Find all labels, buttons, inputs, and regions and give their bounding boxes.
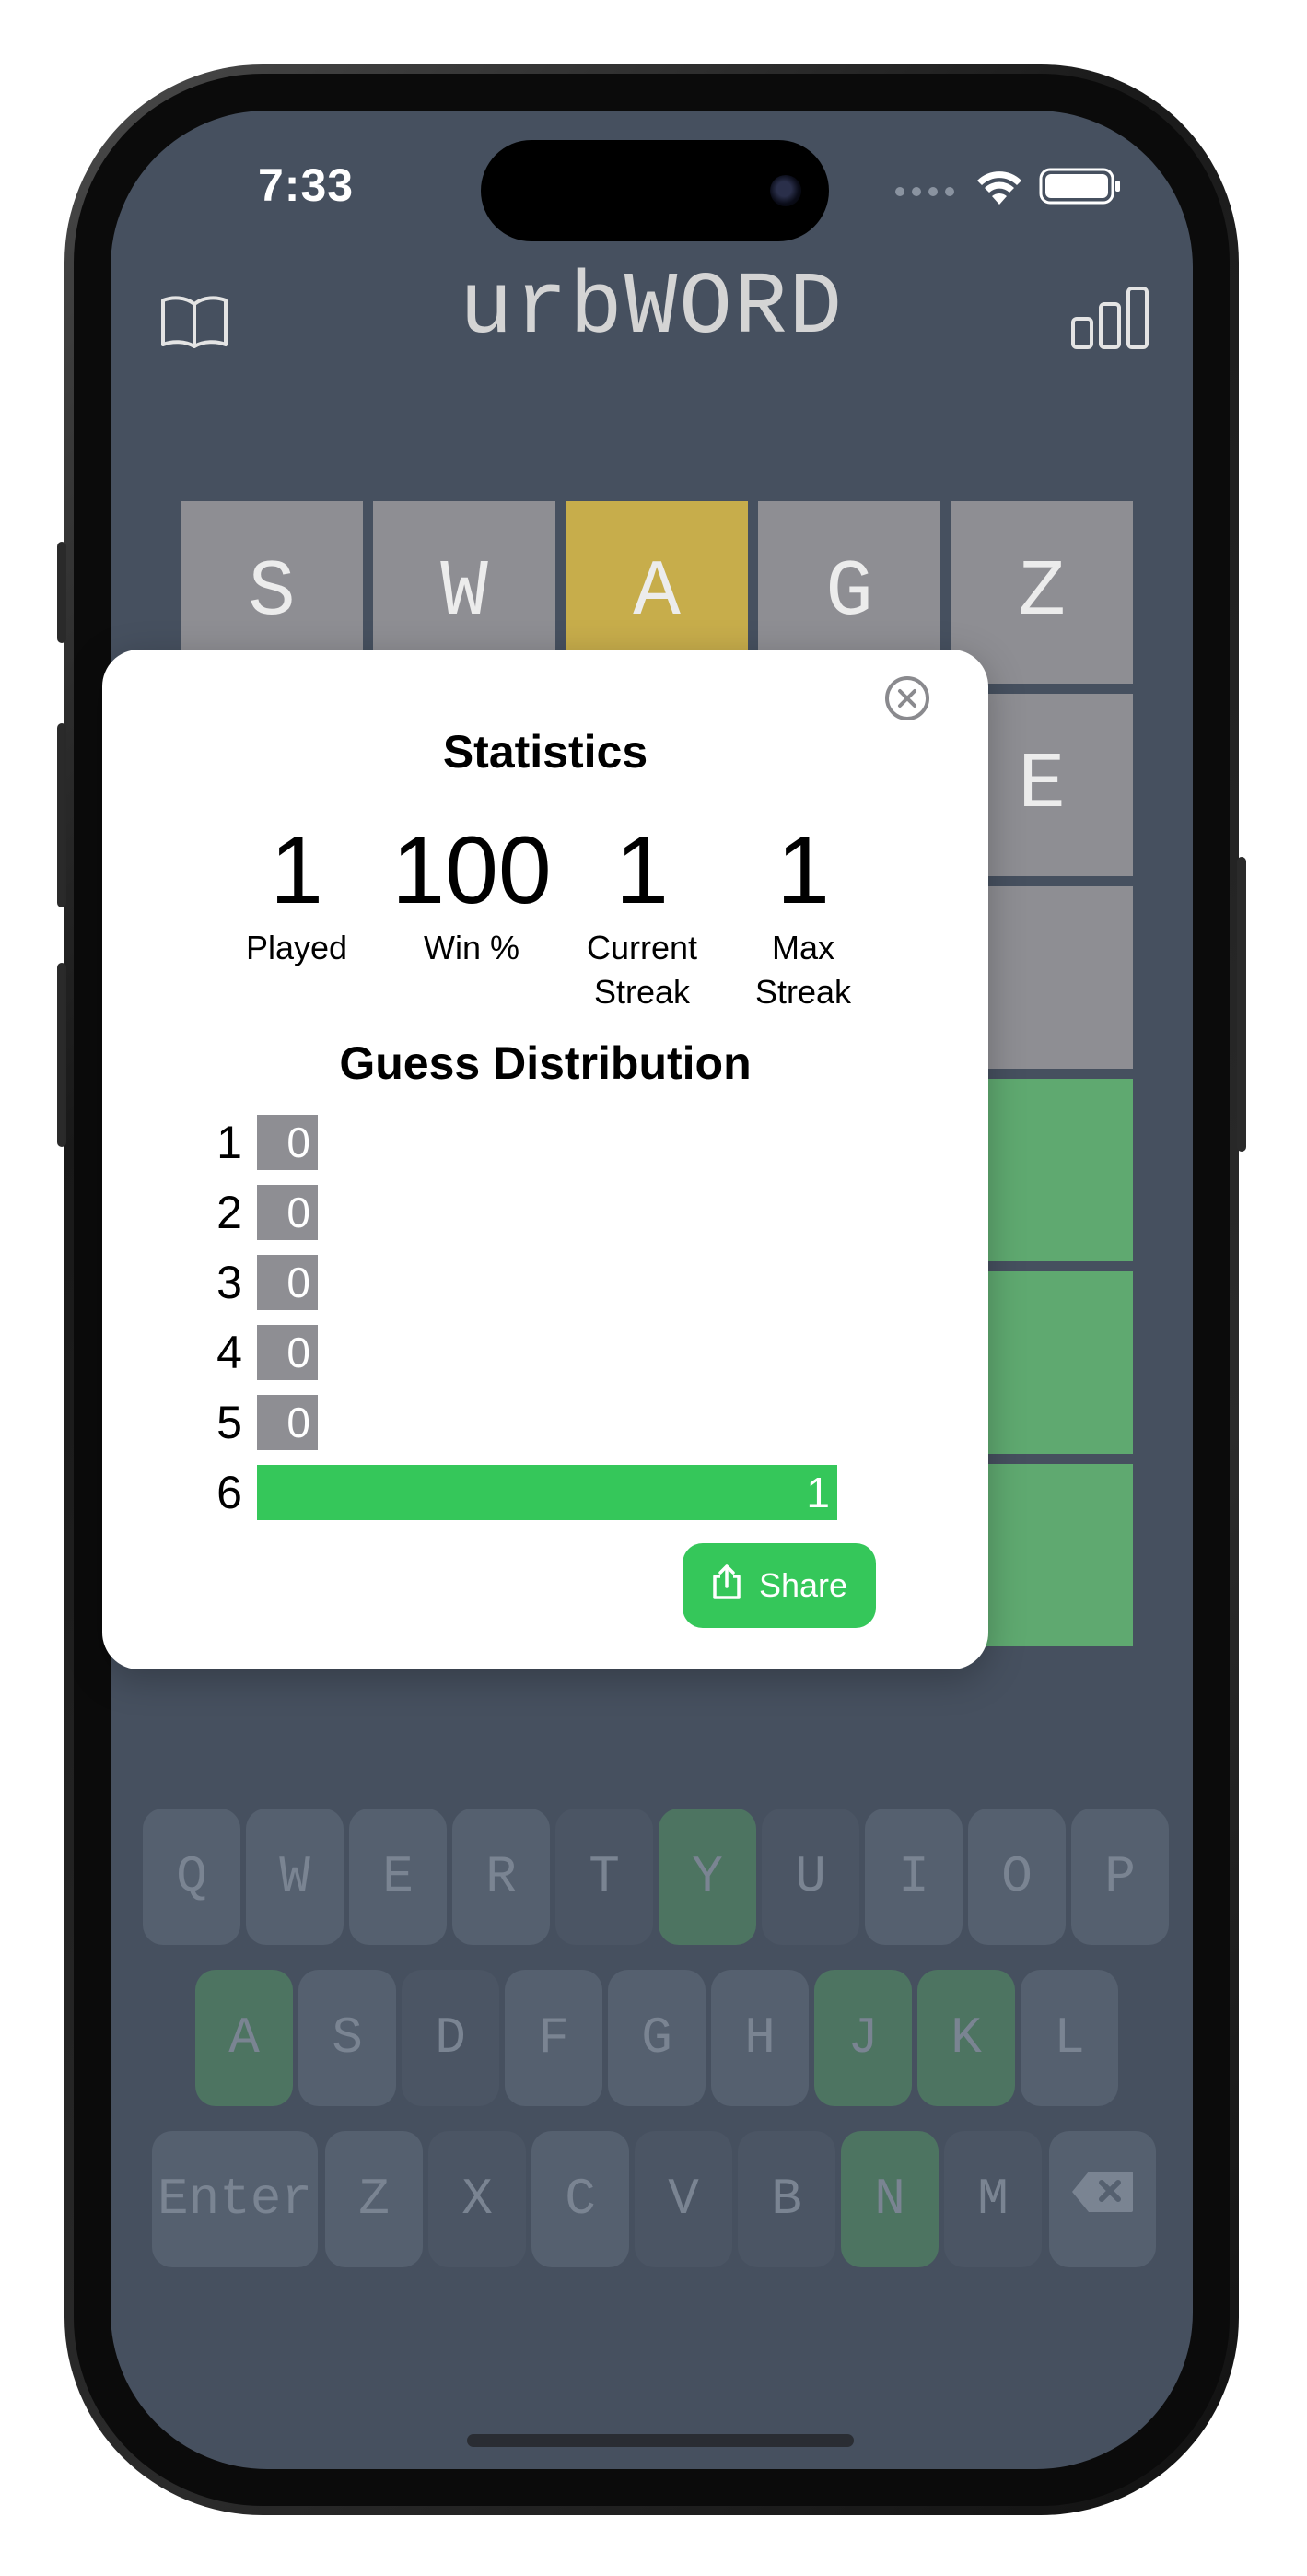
distribution-row: 20	[211, 1185, 856, 1240]
volume-down-button	[57, 963, 66, 1147]
stat-label: Current	[586, 929, 698, 966]
key-t[interactable]: T	[555, 1809, 653, 1945]
stat-value: 1	[615, 817, 669, 924]
backspace-key[interactable]	[1049, 2131, 1156, 2267]
distribution-bar: 0	[257, 1325, 318, 1380]
key-s[interactable]: S	[298, 1970, 396, 2106]
signal-dots-icon	[895, 187, 954, 196]
statistics-modal: Statistics 1 Played 100 Win % 1 Current …	[102, 650, 988, 1669]
stat-label: Streak	[754, 973, 852, 1011]
stat-max-streak: 1 Max Streak	[716, 815, 891, 1014]
power-button	[1237, 857, 1246, 1152]
key-d[interactable]: D	[402, 1970, 499, 2106]
key-j[interactable]: J	[814, 1970, 912, 2106]
key-n[interactable]: N	[841, 2131, 939, 2267]
key-a[interactable]: A	[195, 1970, 293, 2106]
distribution-guess-number: 5	[216, 1397, 242, 1448]
stat-current-streak: 1 Current Streak	[554, 815, 729, 1014]
key-g[interactable]: G	[608, 1970, 706, 2106]
stat-label: Max	[771, 929, 834, 966]
key-f[interactable]: F	[505, 1970, 602, 2106]
stat-win-percent: 100 Win %	[384, 815, 559, 970]
key-o[interactable]: O	[968, 1809, 1066, 1945]
key-b[interactable]: B	[738, 2131, 835, 2267]
home-indicator	[467, 2434, 854, 2447]
key-h[interactable]: H	[711, 1970, 809, 2106]
distribution-row: 10	[211, 1115, 856, 1170]
key-e[interactable]: E	[349, 1809, 447, 1945]
key-u[interactable]: U	[762, 1809, 859, 1945]
distribution-bar: 0	[257, 1255, 318, 1310]
key-r[interactable]: R	[452, 1809, 550, 1945]
distribution-bar: 0	[257, 1115, 318, 1170]
guess-distribution-title: Guess Distribution	[339, 1037, 752, 1089]
backspace-icon	[1070, 2170, 1135, 2230]
bar-chart-icon[interactable]	[1070, 286, 1149, 350]
distribution-guess-number: 2	[216, 1187, 242, 1238]
board-tile: Z	[951, 501, 1133, 684]
key-k[interactable]: K	[917, 1970, 1015, 2106]
key-l[interactable]: L	[1021, 1970, 1118, 2106]
key-z[interactable]: Z	[325, 2131, 423, 2267]
share-icon	[711, 1563, 742, 1609]
stat-value: 1	[270, 817, 323, 924]
key-i[interactable]: I	[865, 1809, 963, 1945]
distribution-bar: 0	[257, 1395, 318, 1450]
stat-label: Streak	[593, 973, 691, 1011]
distribution-row: 50	[211, 1395, 856, 1450]
app-title: urbWORD	[459, 258, 845, 358]
key-q[interactable]: Q	[143, 1809, 240, 1945]
key-x[interactable]: X	[428, 2131, 526, 2267]
close-circle-icon[interactable]	[883, 674, 931, 722]
distribution-row: 61	[211, 1465, 856, 1520]
statistics-title: Statistics	[442, 726, 648, 778]
distribution-row: 40	[211, 1325, 856, 1380]
share-button[interactable]: Share	[683, 1543, 876, 1628]
stat-label: Win %	[423, 929, 519, 966]
key-m[interactable]: M	[944, 2131, 1042, 2267]
battery-icon	[1039, 168, 1120, 205]
key-enter[interactable]: Enter	[152, 2131, 318, 2267]
key-w[interactable]: W	[246, 1809, 344, 1945]
wifi-icon	[977, 171, 1021, 205]
distribution-guess-number: 1	[216, 1117, 242, 1168]
key-v[interactable]: V	[635, 2131, 732, 2267]
volume-up-button	[57, 723, 66, 907]
stat-value: 100	[391, 817, 552, 924]
key-y[interactable]: Y	[659, 1809, 756, 1945]
stat-played: 1 Played	[209, 815, 384, 970]
key-c[interactable]: C	[531, 2131, 629, 2267]
distribution-guess-number: 6	[216, 1467, 242, 1518]
camera-icon	[770, 175, 801, 206]
distribution-guess-number: 4	[216, 1327, 242, 1378]
key-p[interactable]: P	[1071, 1809, 1169, 1945]
distribution-guess-number: 3	[216, 1257, 242, 1308]
distribution-bar: 1	[257, 1465, 837, 1520]
distribution-row: 30	[211, 1255, 856, 1310]
stat-value: 1	[776, 817, 830, 924]
distribution-bar: 0	[257, 1185, 318, 1240]
status-icons	[889, 164, 1128, 210]
share-label: Share	[758, 1566, 848, 1604]
action-button	[57, 542, 66, 643]
stat-label: Played	[245, 929, 348, 966]
status-time: 7:33	[258, 159, 355, 211]
dynamic-island	[481, 140, 829, 241]
